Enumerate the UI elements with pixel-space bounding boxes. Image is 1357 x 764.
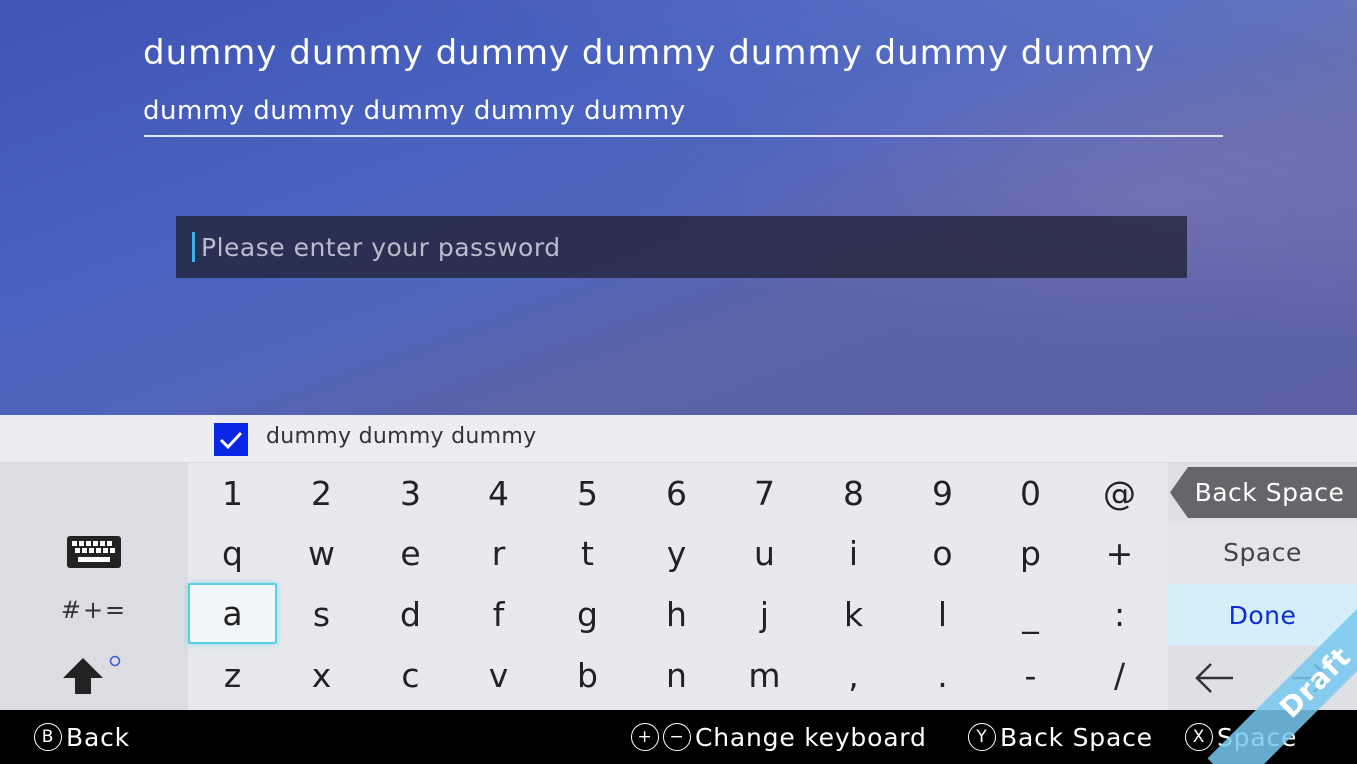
key-9[interactable]: 9 xyxy=(898,463,987,524)
symbols-key-label: #+= xyxy=(60,596,128,624)
checkmark-icon xyxy=(219,431,243,449)
key-u[interactable]: u xyxy=(720,523,809,584)
left-arrow-icon xyxy=(1195,663,1234,693)
page-subtitle: dummy dummy dummy dummy dummy xyxy=(143,96,686,126)
key-m[interactable]: m xyxy=(720,645,809,706)
key-hyphen[interactable]: - xyxy=(986,645,1075,706)
key-r[interactable]: r xyxy=(454,523,543,584)
key-l[interactable]: l xyxy=(898,584,987,645)
key-2[interactable]: 2 xyxy=(277,463,366,524)
key-p[interactable]: p xyxy=(986,523,1075,584)
key-k[interactable]: k xyxy=(809,584,898,645)
key-underscore[interactable]: _ xyxy=(986,584,1075,645)
cursor-left-key[interactable] xyxy=(1193,661,1237,695)
key-h[interactable]: h xyxy=(632,584,721,645)
key-8[interactable]: 8 xyxy=(809,463,898,524)
top-panel: dummy dummy dummy dummy dummy dummy dumm… xyxy=(0,0,1357,415)
key-c[interactable]: c xyxy=(366,645,455,706)
symbols-key[interactable]: #+= xyxy=(0,585,188,635)
shift-arrow-icon xyxy=(63,655,121,694)
key-x[interactable]: x xyxy=(277,645,366,706)
key-0[interactable]: 0 xyxy=(986,463,1075,524)
plus-button-icon: + xyxy=(631,723,659,751)
x-button-icon: X xyxy=(1185,723,1213,751)
backspace-key[interactable]: Back Space xyxy=(1170,467,1357,518)
footer-change-keyboard[interactable]: + − Change keyboard xyxy=(631,710,927,764)
key-at[interactable]: @ xyxy=(1075,463,1164,524)
key-i[interactable]: i xyxy=(809,523,898,584)
shift-key[interactable] xyxy=(0,643,188,703)
key-d[interactable]: d xyxy=(366,584,455,645)
key-w[interactable]: w xyxy=(277,523,366,584)
footer-change-keyboard-label: Change keyboard xyxy=(695,722,927,752)
key-6[interactable]: 6 xyxy=(632,463,721,524)
footer-back-label: Back xyxy=(66,722,130,752)
password-input[interactable]: Please enter your password xyxy=(176,216,1187,278)
key-s[interactable]: s xyxy=(277,584,366,645)
minus-button-icon: − xyxy=(663,723,691,751)
key-q[interactable]: q xyxy=(188,523,277,584)
footer-bar: B Back + − Change keyboard Y Back Space … xyxy=(0,710,1357,764)
key-y[interactable]: y xyxy=(632,523,721,584)
key-a[interactable]: a xyxy=(188,583,277,644)
option-bar: dummy dummy dummy xyxy=(0,415,1357,463)
key-slash[interactable]: / xyxy=(1075,645,1164,706)
b-button-icon: B xyxy=(34,723,62,751)
key-grid: 1 2 3 4 5 6 7 8 9 0 @ q w e r t y u i o … xyxy=(188,463,1168,710)
key-n[interactable]: n xyxy=(632,645,721,706)
key-7[interactable]: 7 xyxy=(720,463,809,524)
key-comma[interactable]: , xyxy=(809,645,898,706)
key-v[interactable]: v xyxy=(454,645,543,706)
key-j[interactable]: j xyxy=(720,584,809,645)
key-z[interactable]: z xyxy=(188,645,277,706)
key-f[interactable]: f xyxy=(454,584,543,645)
password-placeholder: Please enter your password xyxy=(201,232,561,262)
software-keyboard: #+= 1 2 3 4 5 6 7 8 9 0 @ q w e r t y u … xyxy=(0,463,1357,710)
key-5[interactable]: 5 xyxy=(543,463,632,524)
footer-backspace-label: Back Space xyxy=(1000,722,1153,752)
keyboard-layout-key[interactable] xyxy=(0,525,188,579)
space-key[interactable]: Space xyxy=(1168,521,1357,584)
key-g[interactable]: g xyxy=(543,584,632,645)
keyboard-icon xyxy=(67,536,121,568)
key-3[interactable]: 3 xyxy=(366,463,455,524)
y-button-icon: Y xyxy=(968,723,996,751)
key-colon[interactable]: : xyxy=(1075,584,1164,645)
key-o[interactable]: o xyxy=(898,523,987,584)
footer-backspace[interactable]: Y Back Space xyxy=(968,710,1153,764)
title-underline xyxy=(144,135,1223,137)
page-title: dummy dummy dummy dummy dummy dummy dumm… xyxy=(143,33,1156,73)
option-checkbox[interactable] xyxy=(214,423,248,456)
option-label: dummy dummy dummy xyxy=(266,424,537,449)
key-e[interactable]: e xyxy=(366,523,455,584)
key-t[interactable]: t xyxy=(543,523,632,584)
key-4[interactable]: 4 xyxy=(454,463,543,524)
key-period[interactable]: . xyxy=(898,645,987,706)
keyboard-left-panel: #+= xyxy=(0,463,188,710)
key-1[interactable]: 1 xyxy=(188,463,277,524)
key-b[interactable]: b xyxy=(543,645,632,706)
key-plus[interactable]: + xyxy=(1075,523,1164,584)
text-caret xyxy=(192,232,195,262)
footer-back[interactable]: B Back xyxy=(34,710,130,764)
